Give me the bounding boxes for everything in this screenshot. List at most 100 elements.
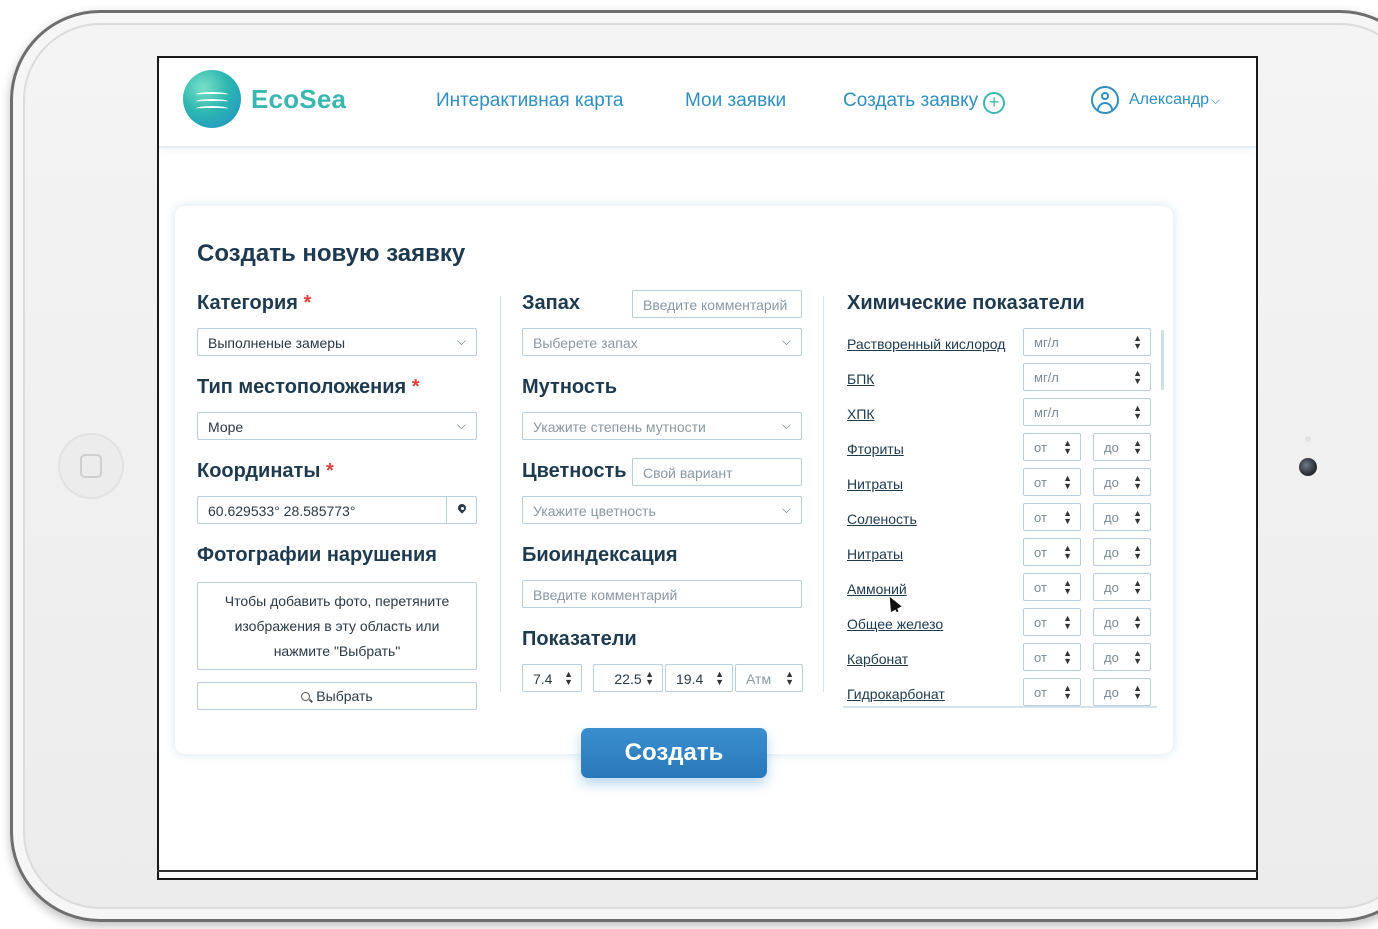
turbidity-placeholder: Укажите степень мутности <box>533 419 706 435</box>
spinner-arrows-icon: ▲ ▼ <box>1133 368 1142 386</box>
from-placeholder: от <box>1034 650 1047 665</box>
chem-label-total-iron[interactable]: Общее железо <box>847 616 943 632</box>
category-heading: Категория * <box>197 292 312 314</box>
chem-from-input[interactable]: от ▲ ▼ <box>1023 433 1081 461</box>
chem-from-input[interactable]: от ▲ ▼ <box>1023 573 1081 601</box>
chem-label-ammonium[interactable]: Аммоний <box>847 581 907 597</box>
chem-label-salinity[interactable]: Соленость <box>847 511 917 527</box>
from-placeholder: от <box>1034 545 1047 560</box>
chem-to-input[interactable]: до ▲ ▼ <box>1093 503 1151 531</box>
smell-select[interactable]: Выберете запах ⌵ <box>522 328 802 356</box>
chem-to-input[interactable]: до ▲ ▼ <box>1093 573 1151 601</box>
chem-label-nitrates-2[interactable]: Нитраты <box>847 546 903 562</box>
chem-unit-select-hpk[interactable]: мг/л ▲ ▼ <box>1023 398 1151 426</box>
smell-heading: Запах <box>522 292 580 314</box>
turbidity-select[interactable]: Укажите степень мутности ⌵ <box>522 412 802 440</box>
photos-heading: Фотографии нарушения <box>197 544 437 566</box>
photo-dropzone[interactable]: Чтобы добавить фото, перетяните изображе… <box>197 582 477 670</box>
create-submit-button[interactable]: Создать <box>581 728 767 778</box>
nav-interactive-map[interactable]: Интерактивная карта <box>436 90 623 112</box>
nav-create-request[interactable]: Создать заявку + <box>843 90 1006 114</box>
to-placeholder: до <box>1104 440 1119 455</box>
indicator-unit-select[interactable]: Атм ▲ ▼ <box>735 664 803 692</box>
turbidity-heading: Мутность <box>522 376 618 398</box>
home-button[interactable] <box>58 433 124 499</box>
app-header: EcoSea Интерактивная карта Мои заявки Со… <box>159 58 1256 148</box>
spinner-arrows-icon: ▲ ▼ <box>1063 578 1072 596</box>
chem-to-input[interactable]: до ▲ ▼ <box>1093 678 1151 706</box>
camera-icon <box>1299 458 1317 476</box>
spinner-arrows-icon: ▲ ▼ <box>1133 578 1142 596</box>
from-placeholder: от <box>1034 510 1047 525</box>
choose-label: Выбрать <box>316 688 373 704</box>
spinner-arrows-icon: ▲ ▼ <box>1063 508 1072 526</box>
chem-label-fluorites[interactable]: Фториты <box>847 441 904 457</box>
chem-unit-value: мг/л <box>1034 335 1059 350</box>
indicator-field-1[interactable]: 7.4 ▲ ▼ <box>522 664 582 692</box>
brand-name[interactable]: EcoSea <box>251 84 346 115</box>
chem-unit-select-dissolved-oxygen[interactable]: мг/л ▲ ▼ <box>1023 328 1151 356</box>
chevron-down-icon: ⌵ <box>781 502 791 516</box>
smell-select-placeholder: Выберете запах <box>533 335 638 351</box>
location-type-select[interactable]: Море ⌵ <box>197 412 477 440</box>
chem-from-input[interactable]: от ▲ ▼ <box>1023 538 1081 566</box>
chem-from-input[interactable]: от ▲ ▼ <box>1023 468 1081 496</box>
spinner-arrows-icon: ▲ ▼ <box>1063 543 1072 561</box>
chem-to-input[interactable]: до ▲ ▼ <box>1093 468 1151 496</box>
user-name: Александр <box>1129 91 1210 108</box>
chem-label-dissolved-oxygen[interactable]: Растворенный кислород <box>847 336 1005 352</box>
to-placeholder: до <box>1104 685 1119 700</box>
chevron-down-icon: ⌵ <box>456 334 466 348</box>
spinner-arrows-icon: ▲ ▼ <box>1063 613 1072 631</box>
nav-my-requests[interactable]: Мои заявки <box>685 90 786 112</box>
chem-to-input[interactable]: до ▲ ▼ <box>1093 608 1151 636</box>
chem-unit-value: мг/л <box>1034 405 1059 420</box>
dropzone-text-line-3: нажмите "Выбрать" <box>273 643 401 659</box>
wave-logo-icon[interactable] <box>183 70 241 128</box>
spinner-arrows-icon: ▲ ▼ <box>1133 613 1142 631</box>
dropzone-text-line-2: изображения в эту область или <box>234 618 440 634</box>
bioindex-input[interactable]: Введите комментарий <box>522 580 802 608</box>
chem-to-input[interactable]: до ▲ ▼ <box>1093 643 1151 671</box>
spinner-arrows-icon[interactable]: ▲ ▼ <box>564 670 573 687</box>
from-placeholder: от <box>1034 475 1047 490</box>
category-select[interactable]: Выполненые замеры ⌵ <box>197 328 477 356</box>
chem-from-input[interactable]: от ▲ ▼ <box>1023 643 1081 671</box>
chem-to-input[interactable]: до ▲ ▼ <box>1093 538 1151 566</box>
coordinates-input[interactable]: 60.629533° 28.585773° <box>197 496 477 524</box>
chem-unit-select-bpk[interactable]: мг/л ▲ ▼ <box>1023 363 1151 391</box>
chem-from-input[interactable]: от ▲ ▼ <box>1023 503 1081 531</box>
color-select[interactable]: Укажите цветность ⌵ <box>522 496 802 524</box>
spinner-arrows-icon[interactable]: ▲ ▼ <box>715 670 724 687</box>
color-variant-input[interactable]: Свой вариант <box>632 458 802 486</box>
spinner-arrows-icon: ▲ ▼ <box>1133 508 1142 526</box>
spinner-arrows-icon: ▲ ▼ <box>1133 473 1142 491</box>
chem-label-hpk[interactable]: ХПК <box>847 406 875 422</box>
to-placeholder: до <box>1104 650 1119 665</box>
spinner-arrows-icon[interactable]: ▲ ▼ <box>785 670 794 687</box>
chem-from-input[interactable]: от ▲ ▼ <box>1023 678 1081 706</box>
chem-from-input[interactable]: от ▲ ▼ <box>1023 608 1081 636</box>
spinner-arrows-icon: ▲ ▼ <box>1063 648 1072 666</box>
spinner-arrows-icon[interactable]: ▲ ▼ <box>645 670 654 687</box>
chem-label-bicarbonate[interactable]: Гидрокарбонат <box>847 686 945 702</box>
to-placeholder: до <box>1104 545 1119 560</box>
to-placeholder: до <box>1104 475 1119 490</box>
smell-comment-input[interactable]: Введите комментарий <box>632 290 802 318</box>
indicator-field-3[interactable]: 19.4 ▲ ▼ <box>665 664 733 692</box>
chem-to-input[interactable]: до ▲ ▼ <box>1093 433 1151 461</box>
user-menu[interactable]: Александр ⌵ <box>1091 86 1220 114</box>
choose-photo-button[interactable]: Выбрать <box>197 682 477 710</box>
chem-label-bpk[interactable]: БПК <box>847 371 874 387</box>
user-circle-icon <box>1091 86 1119 114</box>
from-placeholder: от <box>1034 685 1047 700</box>
indicators-heading: Показатели <box>522 628 637 650</box>
chem-label-carbonate[interactable]: Карбонат <box>847 651 908 667</box>
search-icon <box>301 692 311 701</box>
indicator-field-2[interactable]: 22.5 ▲ ▼ <box>593 664 663 692</box>
page-title: Создать новую заявку <box>197 240 466 267</box>
chemistry-scrollbar[interactable] <box>1161 330 1164 390</box>
chem-label-nitrates[interactable]: Нитраты <box>847 476 903 492</box>
map-pin-icon[interactable] <box>446 497 476 523</box>
app-screen: EcoSea Интерактивная карта Мои заявки Со… <box>157 56 1258 880</box>
